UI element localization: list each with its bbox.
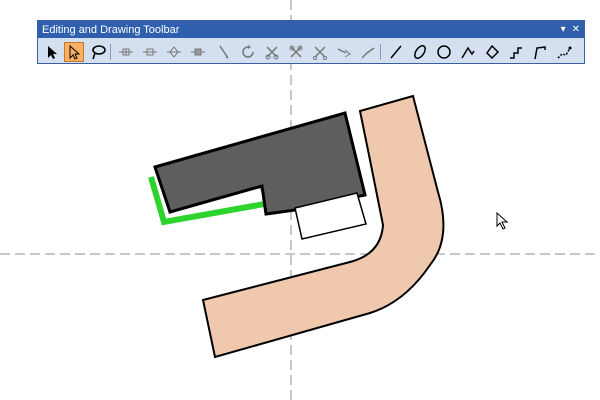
extend-icon[interactable]: [334, 42, 354, 62]
split-icon-glyph: [265, 46, 279, 60]
insert-vertex-icon[interactable]: [116, 42, 136, 62]
toolbar-close-icon[interactable]: ✕: [572, 24, 580, 35]
polygon-icon[interactable]: [482, 42, 502, 62]
stepped-line-icon-glyph: [510, 47, 522, 59]
reshape-line-icon[interactable]: [358, 42, 378, 62]
toolbar-titlebar[interactable]: Editing and Drawing Toolbar ▾ ✕: [38, 21, 584, 38]
reshape-icon-glyph: [219, 45, 229, 59]
trim-icon[interactable]: [286, 42, 306, 62]
trace-icon-glyph: [534, 46, 546, 60]
cut-icon[interactable]: [310, 42, 330, 62]
rotate-icon[interactable]: [238, 42, 258, 62]
editing-drawing-toolbar[interactable]: Editing and Drawing Toolbar ▾ ✕: [37, 20, 585, 64]
extend-icon-glyph: [337, 48, 351, 58]
toolbar-title: Editing and Drawing Toolbar: [42, 23, 180, 36]
streaming-icon[interactable]: [554, 42, 574, 62]
polygon-icon-glyph: [486, 44, 500, 60]
mouse-cursor-icon: [496, 211, 509, 230]
polyline-icon[interactable]: [458, 42, 478, 62]
polyline-icon-glyph: [461, 46, 475, 59]
toolbar-menu-dropdown-icon[interactable]: ▾: [561, 24, 566, 35]
delete-vertex-icon-glyph: [143, 48, 157, 56]
toolbar-tools: [42, 42, 580, 62]
streaming-icon-glyph: [557, 46, 572, 59]
lasso-select-icon[interactable]: [88, 42, 108, 62]
circle-icon[interactable]: [434, 42, 454, 62]
remove-vertex-icon[interactable]: [188, 42, 208, 62]
toolbar-separator: [380, 44, 381, 60]
rotate-icon-glyph: [242, 45, 254, 58]
trace-icon[interactable]: [530, 42, 550, 62]
remove-vertex-icon-glyph: [191, 48, 205, 56]
delete-vertex-icon[interactable]: [140, 42, 160, 62]
toolbar-separator: [110, 44, 111, 60]
select-arrow-icon[interactable]: [42, 42, 62, 62]
select-arrow-icon-glyph: [48, 46, 57, 59]
split-icon[interactable]: [262, 42, 282, 62]
stepped-line-icon[interactable]: [506, 42, 526, 62]
edit-tool-icon-glyph: [69, 44, 81, 60]
edit-tool-icon[interactable]: [64, 42, 84, 62]
move-vertex-icon-glyph: [167, 46, 181, 58]
lasso-select-icon-glyph: [92, 45, 106, 60]
reshape-icon[interactable]: [214, 42, 234, 62]
cut-icon-glyph: [312, 46, 328, 60]
line-icon[interactable]: [386, 42, 406, 62]
ellipse-icon-glyph: [414, 45, 426, 59]
insert-vertex-icon-glyph: [119, 48, 133, 56]
line-icon-glyph: [390, 45, 402, 59]
reshape-line-icon-glyph: [361, 47, 375, 59]
trim-icon-glyph: [289, 45, 303, 58]
move-vertex-icon[interactable]: [164, 42, 184, 62]
ellipse-icon[interactable]: [410, 42, 430, 62]
circle-icon-glyph: [437, 45, 451, 59]
